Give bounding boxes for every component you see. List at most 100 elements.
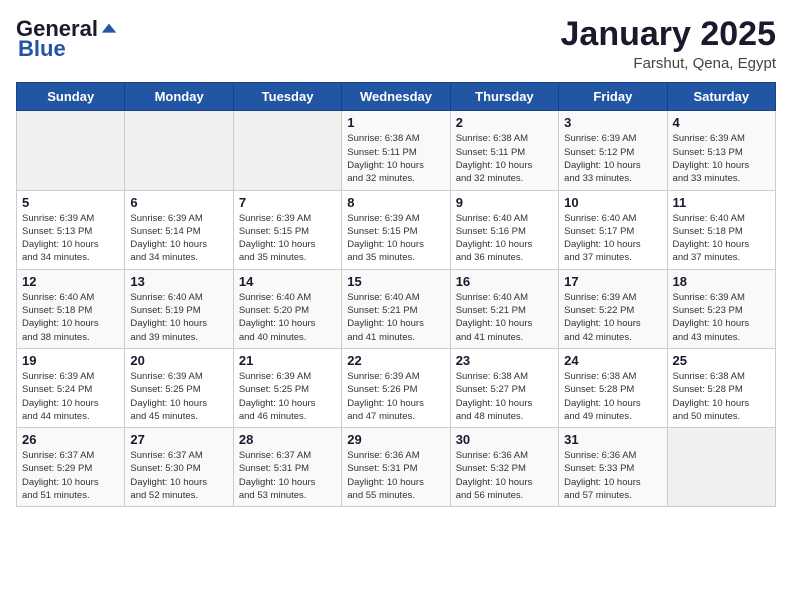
table-row: 20 Sunrise: 6:39 AM Sunset: 5:25 PM Dayli… (125, 348, 233, 427)
day-info: Sunrise: 6:38 AM Sunset: 5:11 PM Dayligh… (456, 132, 553, 185)
day-info: Sunrise: 6:39 AM Sunset: 5:15 PM Dayligh… (239, 212, 336, 265)
day-number: 4 (673, 115, 770, 130)
day-number: 9 (456, 195, 553, 210)
month-title: January 2025 (561, 16, 777, 53)
table-row (125, 111, 233, 190)
day-info: Sunrise: 6:40 AM Sunset: 5:16 PM Dayligh… (456, 212, 553, 265)
day-info: Sunrise: 6:38 AM Sunset: 5:28 PM Dayligh… (673, 370, 770, 423)
day-number: 21 (239, 353, 336, 368)
table-row: 15 Sunrise: 6:40 AM Sunset: 5:21 PM Dayli… (342, 269, 450, 348)
day-number: 23 (456, 353, 553, 368)
day-number: 12 (22, 274, 119, 289)
day-info: Sunrise: 6:37 AM Sunset: 5:30 PM Dayligh… (130, 449, 227, 502)
day-number: 24 (564, 353, 661, 368)
logo-icon (100, 20, 118, 38)
day-info: Sunrise: 6:38 AM Sunset: 5:28 PM Dayligh… (564, 370, 661, 423)
day-number: 16 (456, 274, 553, 289)
calendar-week-row: 1 Sunrise: 6:38 AM Sunset: 5:11 PM Daylig… (17, 111, 776, 190)
day-info: Sunrise: 6:39 AM Sunset: 5:23 PM Dayligh… (673, 291, 770, 344)
day-info: Sunrise: 6:40 AM Sunset: 5:21 PM Dayligh… (456, 291, 553, 344)
day-info: Sunrise: 6:40 AM Sunset: 5:20 PM Dayligh… (239, 291, 336, 344)
table-row: 5 Sunrise: 6:39 AM Sunset: 5:13 PM Daylig… (17, 190, 125, 269)
day-info: Sunrise: 6:39 AM Sunset: 5:26 PM Dayligh… (347, 370, 444, 423)
day-number: 5 (22, 195, 119, 210)
table-row: 21 Sunrise: 6:39 AM Sunset: 5:25 PM Dayli… (233, 348, 341, 427)
day-info: Sunrise: 6:38 AM Sunset: 5:11 PM Dayligh… (347, 132, 444, 185)
col-sunday: Sunday (17, 83, 125, 111)
col-monday: Monday (125, 83, 233, 111)
day-info: Sunrise: 6:40 AM Sunset: 5:18 PM Dayligh… (673, 212, 770, 265)
location: Farshut, Qena, Egypt (561, 55, 777, 72)
day-number: 22 (347, 353, 444, 368)
table-row: 23 Sunrise: 6:38 AM Sunset: 5:27 PM Dayli… (450, 348, 558, 427)
table-row: 28 Sunrise: 6:37 AM Sunset: 5:31 PM Dayli… (233, 428, 341, 507)
day-info: Sunrise: 6:39 AM Sunset: 5:13 PM Dayligh… (22, 212, 119, 265)
day-number: 1 (347, 115, 444, 130)
col-friday: Friday (559, 83, 667, 111)
day-number: 10 (564, 195, 661, 210)
calendar-week-row: 12 Sunrise: 6:40 AM Sunset: 5:18 PM Dayli… (17, 269, 776, 348)
day-number: 30 (456, 432, 553, 447)
table-row: 27 Sunrise: 6:37 AM Sunset: 5:30 PM Dayli… (125, 428, 233, 507)
day-info: Sunrise: 6:39 AM Sunset: 5:25 PM Dayligh… (130, 370, 227, 423)
day-info: Sunrise: 6:40 AM Sunset: 5:18 PM Dayligh… (22, 291, 119, 344)
table-row: 25Sunrise: 6:38 AM Sunset: 5:28 PM Dayli… (667, 348, 775, 427)
day-number: 31 (564, 432, 661, 447)
day-number: 20 (130, 353, 227, 368)
day-number: 2 (456, 115, 553, 130)
day-info: Sunrise: 6:36 AM Sunset: 5:32 PM Dayligh… (456, 449, 553, 502)
day-info: Sunrise: 6:39 AM Sunset: 5:22 PM Dayligh… (564, 291, 661, 344)
table-row: 19Sunrise: 6:39 AM Sunset: 5:24 PM Dayli… (17, 348, 125, 427)
table-row (233, 111, 341, 190)
day-number: 27 (130, 432, 227, 447)
day-info: Sunrise: 6:39 AM Sunset: 5:14 PM Dayligh… (130, 212, 227, 265)
table-row: 17Sunrise: 6:39 AM Sunset: 5:22 PM Dayli… (559, 269, 667, 348)
day-info: Sunrise: 6:37 AM Sunset: 5:31 PM Dayligh… (239, 449, 336, 502)
col-tuesday: Tuesday (233, 83, 341, 111)
table-row: 11Sunrise: 6:40 AM Sunset: 5:18 PM Dayli… (667, 190, 775, 269)
logo: General Blue (16, 16, 118, 62)
page-header: General Blue January 2025 Farshut, Qena,… (16, 16, 776, 72)
day-info: Sunrise: 6:39 AM Sunset: 5:13 PM Dayligh… (673, 132, 770, 185)
table-row: 22 Sunrise: 6:39 AM Sunset: 5:26 PM Dayli… (342, 348, 450, 427)
day-number: 14 (239, 274, 336, 289)
table-row: 16 Sunrise: 6:40 AM Sunset: 5:21 PM Dayli… (450, 269, 558, 348)
day-number: 26 (22, 432, 119, 447)
table-row: 13 Sunrise: 6:40 AM Sunset: 5:19 PM Dayli… (125, 269, 233, 348)
day-info: Sunrise: 6:37 AM Sunset: 5:29 PM Dayligh… (22, 449, 119, 502)
table-row: 3Sunrise: 6:39 AM Sunset: 5:12 PM Daylig… (559, 111, 667, 190)
day-info: Sunrise: 6:39 AM Sunset: 5:24 PM Dayligh… (22, 370, 119, 423)
day-info: Sunrise: 6:39 AM Sunset: 5:25 PM Dayligh… (239, 370, 336, 423)
day-info: Sunrise: 6:40 AM Sunset: 5:21 PM Dayligh… (347, 291, 444, 344)
day-number: 7 (239, 195, 336, 210)
day-number: 29 (347, 432, 444, 447)
day-number: 13 (130, 274, 227, 289)
col-saturday: Saturday (667, 83, 775, 111)
col-wednesday: Wednesday (342, 83, 450, 111)
calendar-table: Sunday Monday Tuesday Wednesday Thursday… (16, 82, 776, 507)
table-row: 7 Sunrise: 6:39 AM Sunset: 5:15 PM Daylig… (233, 190, 341, 269)
day-number: 15 (347, 274, 444, 289)
day-info: Sunrise: 6:38 AM Sunset: 5:27 PM Dayligh… (456, 370, 553, 423)
table-row: 4 Sunrise: 6:39 AM Sunset: 5:13 PM Daylig… (667, 111, 775, 190)
day-info: Sunrise: 6:40 AM Sunset: 5:17 PM Dayligh… (564, 212, 661, 265)
table-row (17, 111, 125, 190)
day-number: 18 (673, 274, 770, 289)
table-row: 10 Sunrise: 6:40 AM Sunset: 5:17 PM Dayli… (559, 190, 667, 269)
day-info: Sunrise: 6:40 AM Sunset: 5:19 PM Dayligh… (130, 291, 227, 344)
day-number: 3 (564, 115, 661, 130)
table-row: 29Sunrise: 6:36 AM Sunset: 5:31 PM Dayli… (342, 428, 450, 507)
logo-blue-text: Blue (18, 36, 66, 62)
table-row: 31Sunrise: 6:36 AM Sunset: 5:33 PM Dayli… (559, 428, 667, 507)
day-info: Sunrise: 6:39 AM Sunset: 5:15 PM Dayligh… (347, 212, 444, 265)
calendar-header-row: Sunday Monday Tuesday Wednesday Thursday… (17, 83, 776, 111)
day-number: 8 (347, 195, 444, 210)
table-row: 2 Sunrise: 6:38 AM Sunset: 5:11 PM Daylig… (450, 111, 558, 190)
table-row: 18 Sunrise: 6:39 AM Sunset: 5:23 PM Dayli… (667, 269, 775, 348)
table-row: 12 Sunrise: 6:40 AM Sunset: 5:18 PM Dayli… (17, 269, 125, 348)
calendar-week-row: 5 Sunrise: 6:39 AM Sunset: 5:13 PM Daylig… (17, 190, 776, 269)
title-block: January 2025 Farshut, Qena, Egypt (561, 16, 777, 72)
calendar-week-row: 19Sunrise: 6:39 AM Sunset: 5:24 PM Dayli… (17, 348, 776, 427)
table-row: 1 Sunrise: 6:38 AM Sunset: 5:11 PM Daylig… (342, 111, 450, 190)
day-number: 28 (239, 432, 336, 447)
